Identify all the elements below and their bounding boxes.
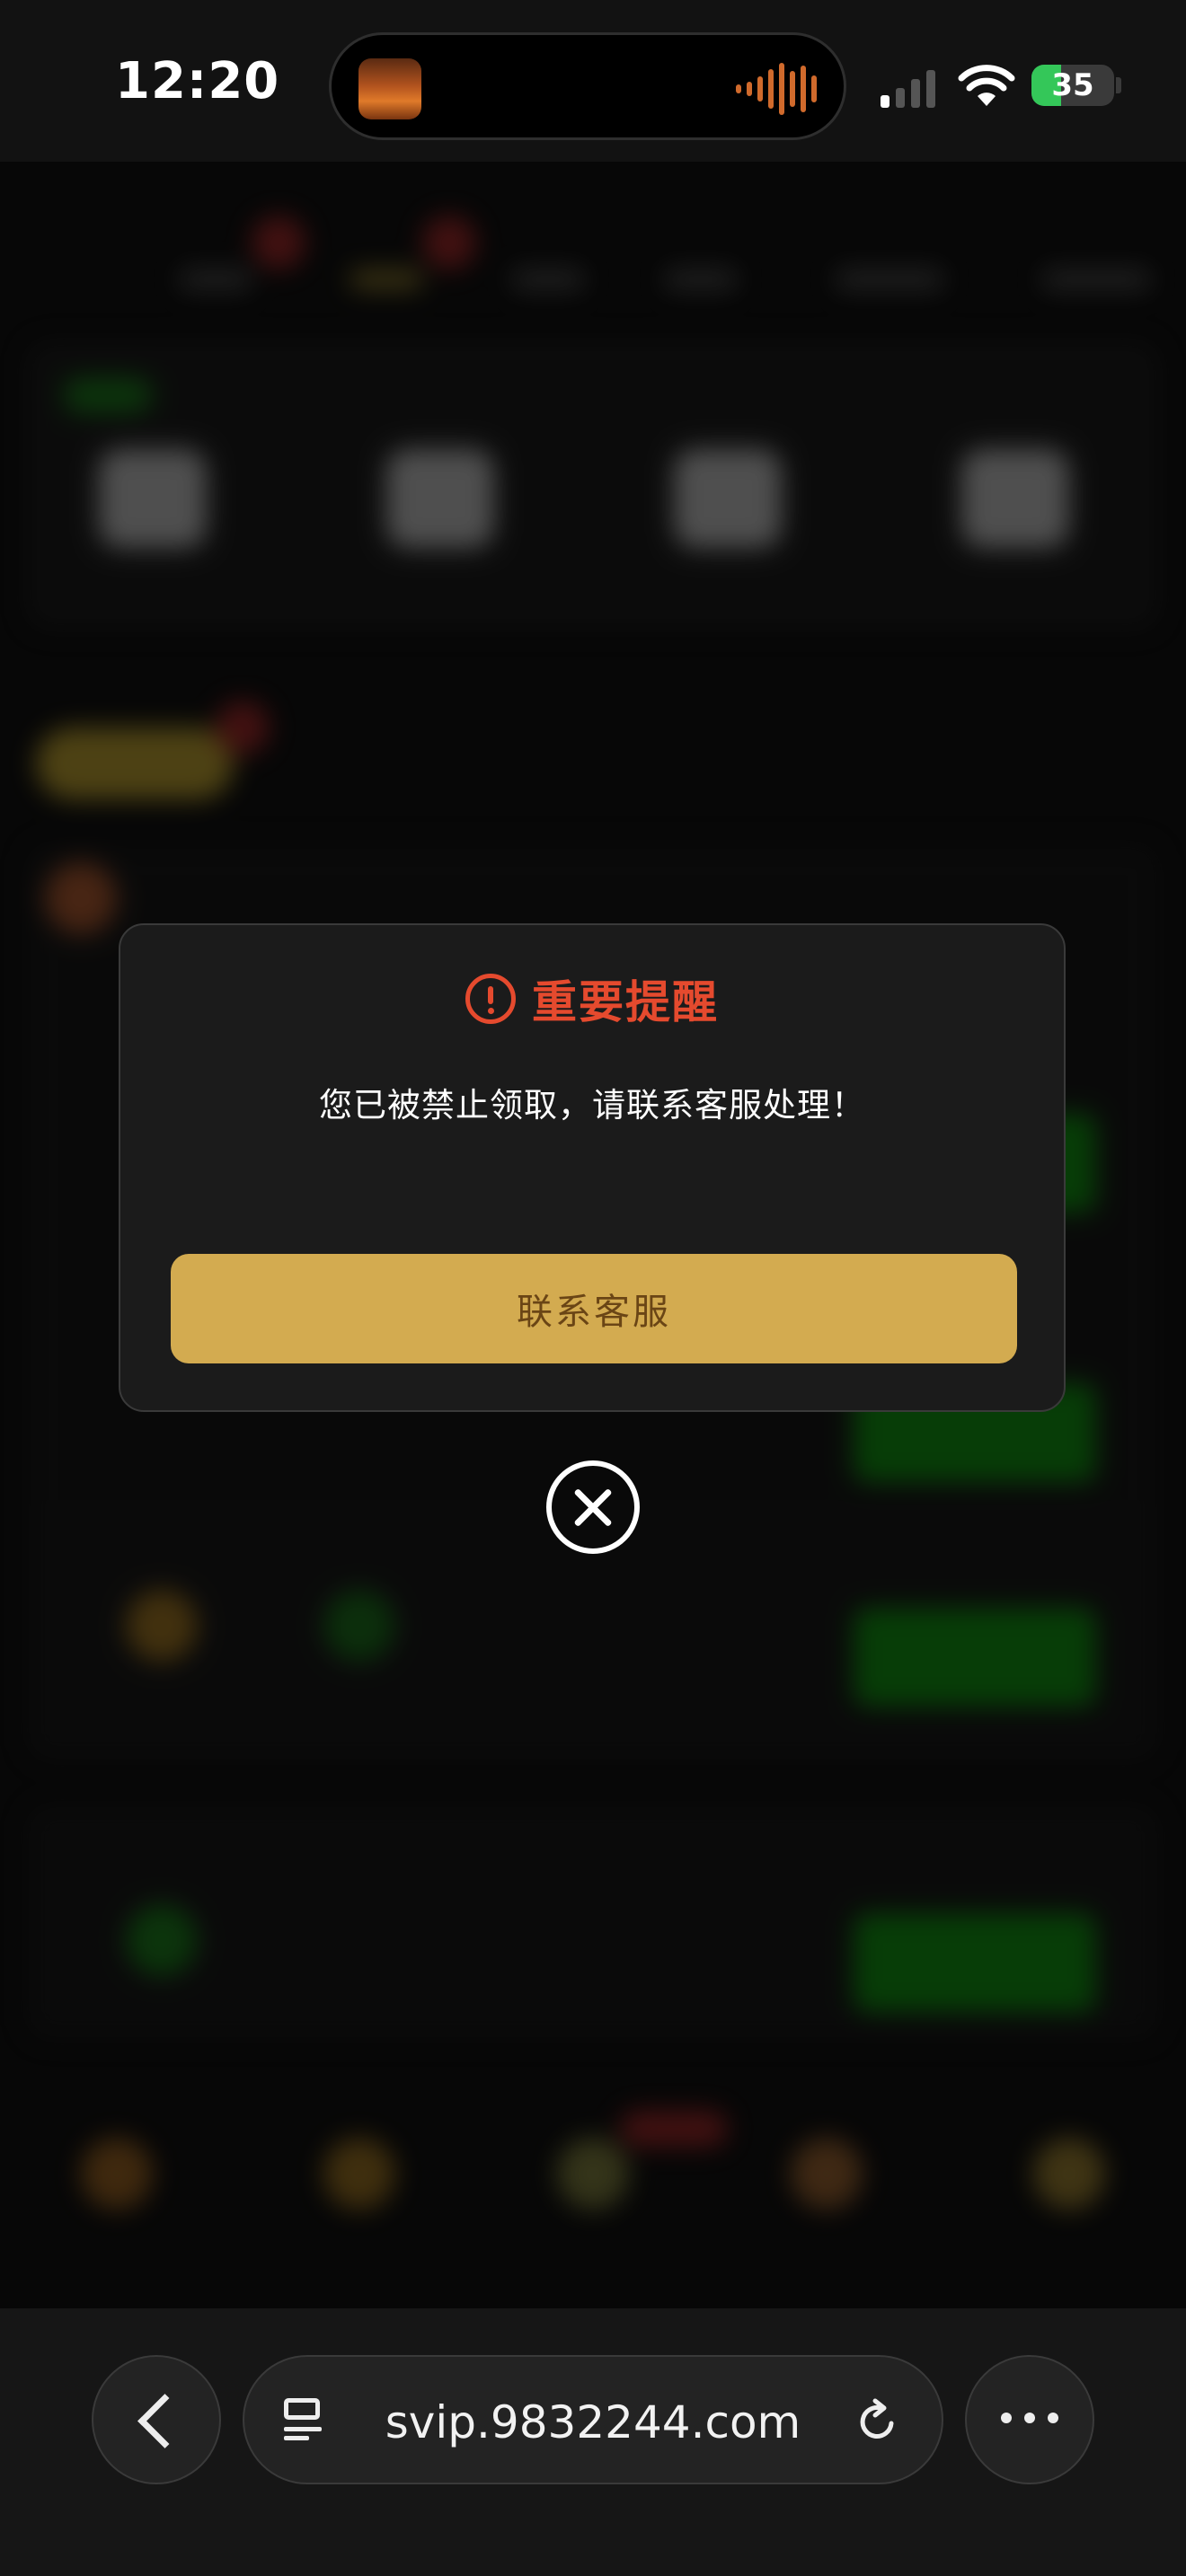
contact-support-button[interactable]: 联系客服: [171, 1254, 1017, 1363]
status-time: 12:20: [115, 52, 280, 110]
more-dots-icon: [967, 2413, 1093, 2423]
back-button[interactable]: [92, 2355, 221, 2484]
status-bar: 12:20 35: [0, 0, 1186, 162]
reload-icon[interactable]: [852, 2396, 902, 2447]
now-playing-artwork[interactable]: [358, 58, 421, 119]
address-bar[interactable]: svip.9832244.com: [243, 2355, 943, 2484]
battery-charging-icon: 35: [1031, 65, 1114, 106]
cellular-signal-icon: [881, 68, 935, 108]
more-options-button[interactable]: [965, 2355, 1094, 2484]
battery-level: 35: [1051, 67, 1094, 103]
dynamic-island[interactable]: [329, 32, 846, 140]
warning-circle-icon: [465, 974, 516, 1024]
dialog-header: 重要提醒: [120, 966, 1064, 1031]
close-dialog-button[interactable]: [546, 1460, 640, 1554]
alert-dialog: 重要提醒 您已被禁止领取，请联系客服处理！ 联系客服: [119, 923, 1066, 1412]
dialog-title: 重要提醒: [532, 976, 719, 1028]
battery-tip: [1116, 77, 1121, 93]
dialog-message: 您已被禁止领取，请联系客服处理！: [319, 1086, 865, 1125]
url-text[interactable]: svip.9832244.com: [244, 2396, 942, 2448]
audio-waveform-icon: [736, 60, 817, 118]
wifi-icon: [958, 65, 1015, 106]
browser-toolbar: svip.9832244.com: [0, 2308, 1186, 2576]
